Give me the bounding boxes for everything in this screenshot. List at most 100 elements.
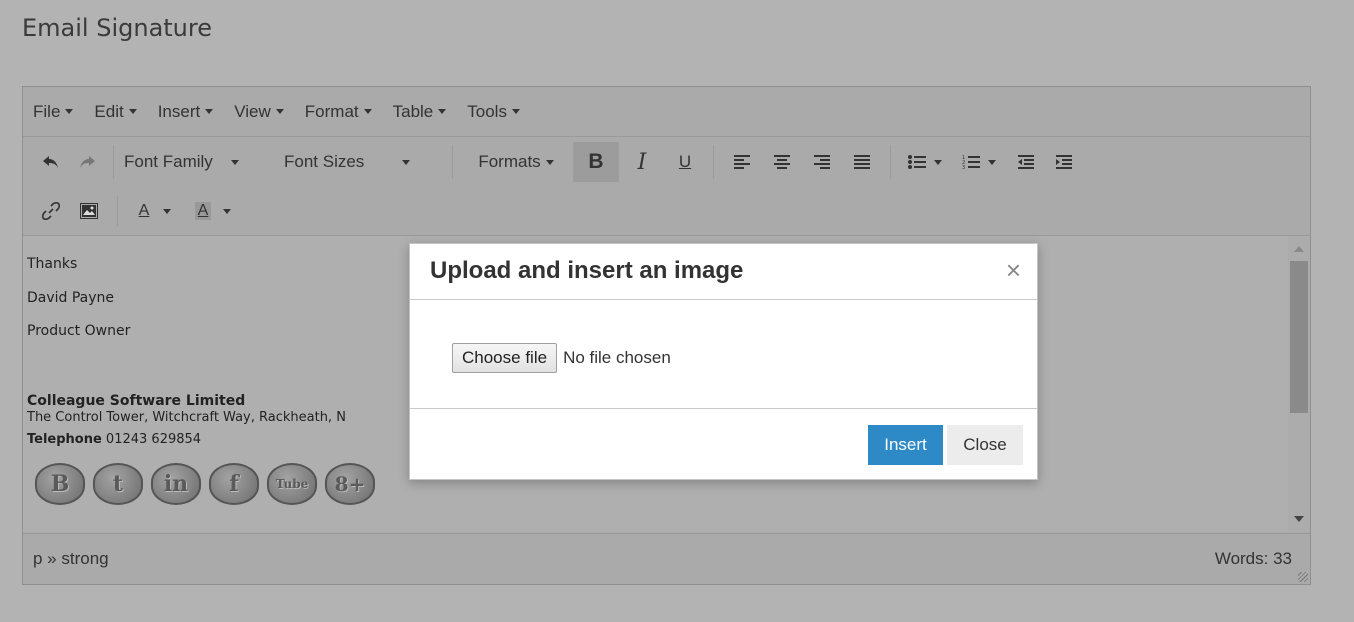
- background-color-icon: A: [194, 202, 212, 220]
- upload-image-dialog: Upload and insert an image × Choose file…: [409, 243, 1038, 480]
- italic-icon: I: [637, 149, 647, 175]
- menubar: File Edit Insert View Format Table Tools: [23, 87, 1310, 137]
- link-button[interactable]: [33, 191, 69, 231]
- bold-icon: B: [588, 150, 604, 173]
- telephone-line: Telephone 01243 629854: [27, 432, 201, 447]
- element-path[interactable]: p » strong: [33, 549, 109, 569]
- dialog-title: Upload and insert an image: [430, 257, 744, 284]
- toolbar-separator: [713, 145, 714, 179]
- menu-label: Tools: [467, 101, 507, 121]
- outdent-icon: [1018, 155, 1034, 169]
- underline-icon: U: [678, 152, 692, 171]
- numbered-list-button[interactable]: 123: [951, 142, 1007, 182]
- toolbar-row-2: A A: [23, 187, 1310, 236]
- page-title: Email Signature: [22, 14, 212, 42]
- undo-button[interactable]: [33, 142, 69, 182]
- bullet-list-button[interactable]: [899, 142, 951, 182]
- scroll-down-arrow-icon[interactable]: [1294, 516, 1304, 522]
- align-left-button[interactable]: [722, 142, 762, 182]
- youtube-icon[interactable]: Tube: [267, 463, 317, 505]
- choose-file-button[interactable]: Choose file: [452, 343, 558, 373]
- social-glyph: f: [229, 471, 239, 497]
- caret-down-icon: [275, 109, 284, 114]
- close-button[interactable]: Close: [947, 425, 1023, 465]
- redo-button[interactable]: [69, 142, 105, 182]
- background-color-button[interactable]: A: [184, 191, 242, 231]
- caret-down-icon: [511, 109, 520, 114]
- align-right-icon: [814, 155, 830, 169]
- menu-file[interactable]: File: [33, 101, 74, 122]
- scroll-thumb[interactable]: [1290, 261, 1308, 413]
- caret-down-icon: [545, 159, 554, 165]
- formats-label: Formats: [478, 152, 541, 171]
- menu-tools[interactable]: Tools: [467, 102, 520, 122]
- image-icon: [80, 203, 98, 219]
- linkedin-icon[interactable]: in: [151, 463, 201, 505]
- menu-table[interactable]: Table: [393, 102, 447, 122]
- menu-insert[interactable]: Insert: [158, 102, 214, 122]
- menu-format[interactable]: Format: [305, 102, 372, 122]
- caret-down-icon: [934, 159, 942, 165]
- menu-label: View: [234, 101, 271, 121]
- text-color-button[interactable]: A: [126, 191, 184, 231]
- align-left-icon: [734, 155, 750, 169]
- caret-down-icon: [205, 109, 214, 114]
- file-input[interactable]: Choose file No file chosen: [452, 343, 671, 373]
- company-address: The Control Tower, Witchcraft Way, Rackh…: [27, 410, 346, 425]
- caret-down-icon: [438, 109, 447, 114]
- editor-scrollbar[interactable]: [1288, 236, 1310, 532]
- caret-down-icon: [230, 159, 239, 165]
- toolbar-separator: [113, 145, 114, 179]
- caret-down-icon: [65, 109, 74, 114]
- social-glyph: B: [50, 471, 70, 497]
- blogger-icon[interactable]: B: [35, 463, 85, 505]
- statusbar: p » strong Words: 33: [23, 533, 1310, 584]
- font-family-select[interactable]: Font Family: [122, 142, 284, 182]
- menu-label: File: [33, 101, 61, 121]
- menu-label: Edit: [94, 101, 124, 121]
- svg-text:3: 3: [962, 165, 965, 170]
- caret-down-icon: [363, 109, 372, 114]
- indent-button[interactable]: [1045, 142, 1083, 182]
- image-button[interactable]: [69, 191, 109, 231]
- googleplus-icon[interactable]: 8+: [325, 463, 375, 505]
- menu-view[interactable]: View: [234, 102, 284, 122]
- resize-handle-icon[interactable]: [1298, 572, 1308, 582]
- formats-select[interactable]: Formats: [461, 142, 571, 182]
- facebook-icon[interactable]: f: [209, 463, 259, 505]
- outdent-button[interactable]: [1007, 142, 1045, 182]
- redo-icon: [80, 156, 95, 168]
- caret-down-icon: [988, 159, 996, 165]
- font-sizes-select[interactable]: Font Sizes: [284, 142, 444, 182]
- toolbar-separator: [117, 196, 118, 226]
- telephone-number: 01243 629854: [101, 432, 202, 447]
- insert-button[interactable]: Insert: [868, 425, 943, 465]
- menu-label: Insert: [157, 101, 201, 121]
- file-status: No file chosen: [563, 348, 671, 367]
- caret-down-icon: [163, 208, 172, 214]
- social-glyph: Tube: [275, 477, 309, 491]
- align-right-button[interactable]: [802, 142, 842, 182]
- align-center-button[interactable]: [762, 142, 802, 182]
- bullet-list-icon: [908, 155, 926, 169]
- social-icons-row: B t in f Tube 8+: [35, 463, 375, 505]
- twitter-icon[interactable]: t: [93, 463, 143, 505]
- close-icon[interactable]: ×: [1006, 257, 1021, 283]
- font-sizes-label: Font Sizes: [284, 152, 365, 171]
- social-glyph: t: [112, 471, 124, 497]
- menu-label: Format: [304, 101, 359, 121]
- italic-button[interactable]: I: [619, 142, 665, 182]
- caret-down-icon: [223, 208, 232, 214]
- content-line: Product Owner: [27, 323, 131, 339]
- underline-button[interactable]: U: [665, 142, 705, 182]
- align-justify-button[interactable]: [842, 142, 882, 182]
- menu-edit[interactable]: Edit: [94, 101, 137, 122]
- dialog-body: Choose file No file chosen: [410, 300, 1037, 409]
- social-glyph: 8+: [334, 472, 366, 496]
- toolbar-separator: [452, 145, 453, 179]
- toolbar-separator: [890, 145, 891, 179]
- scroll-up-arrow-icon[interactable]: [1294, 246, 1304, 252]
- company-name: Colleague Software Limited: [27, 393, 246, 409]
- bold-button[interactable]: B: [573, 142, 619, 182]
- menu-label: Table: [392, 101, 434, 121]
